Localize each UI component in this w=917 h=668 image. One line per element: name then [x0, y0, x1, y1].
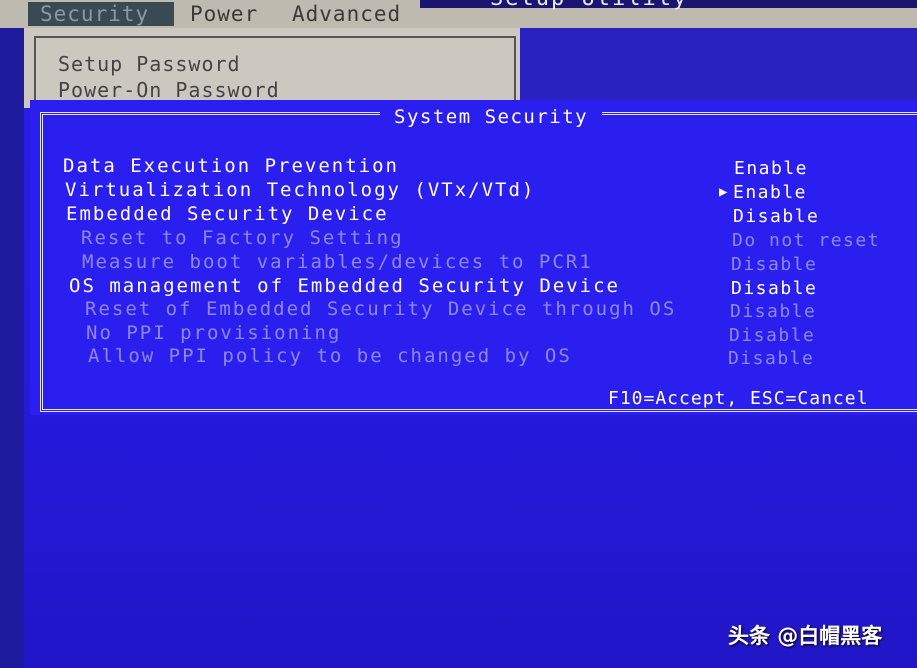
setting-value-text: Enable: [734, 158, 809, 179]
setting-label: Measure boot variables/devices to PCR1: [82, 251, 593, 273]
setting-label[interactable]: Virtualization Technology (VTx/VTd): [65, 179, 535, 201]
utility-title: Setup Utility: [490, 0, 688, 11]
setting-label: No PPI provisioning: [86, 322, 342, 344]
setting-value: Disable: [731, 254, 817, 275]
setting-label[interactable]: Data Execution Prevention: [63, 155, 399, 177]
setting-value[interactable]: Enable: [734, 158, 808, 179]
dialog-title: System Security: [380, 106, 603, 128]
setting-value: Disable: [729, 325, 815, 346]
setting-label: Allow PPI policy to be changed by OS: [88, 345, 572, 367]
setup-password-item[interactable]: Setup Password: [58, 52, 241, 76]
power-on-password-item[interactable]: Power-On Password: [58, 78, 280, 102]
setting-label: Reset of Embedded Security Device throug…: [85, 298, 677, 320]
selection-arrow-icon: ▶: [719, 184, 729, 200]
setting-value-text: Do not reset: [732, 230, 881, 251]
setting-value: Disable: [730, 301, 816, 322]
help-panel: [520, 28, 917, 108]
menu-security[interactable]: Security: [28, 2, 174, 26]
dialog-footer: F10=Accept, ESC=Cancel: [596, 388, 881, 409]
setting-value-text: Enable: [733, 182, 808, 203]
setting-label[interactable]: OS management of Embedded Security Devic…: [69, 275, 620, 297]
setting-value: Disable: [728, 348, 814, 369]
setting-value-text: Disable: [730, 301, 817, 322]
setting-label[interactable]: Embedded Security Device: [66, 203, 389, 225]
setting-value-text: Disable: [729, 325, 816, 346]
setting-value-text: Disable: [731, 254, 818, 275]
setting-value-text: Disable: [733, 206, 820, 227]
menu-power[interactable]: Power: [190, 2, 258, 26]
menu-advanced[interactable]: Advanced: [292, 2, 401, 26]
watermark: 头条 @白帽黑客: [728, 624, 883, 648]
setting-label: Reset to Factory Setting: [81, 227, 404, 249]
setting-value-text: Disable: [731, 278, 818, 299]
setting-value[interactable]: Disable: [731, 278, 817, 299]
left-edge: [0, 28, 24, 668]
setting-value[interactable]: ▶ Enable: [719, 182, 808, 203]
setting-value: Do not reset: [732, 230, 880, 251]
setting-value-text: Disable: [728, 348, 815, 369]
setting-value[interactable]: Disable: [733, 206, 819, 227]
